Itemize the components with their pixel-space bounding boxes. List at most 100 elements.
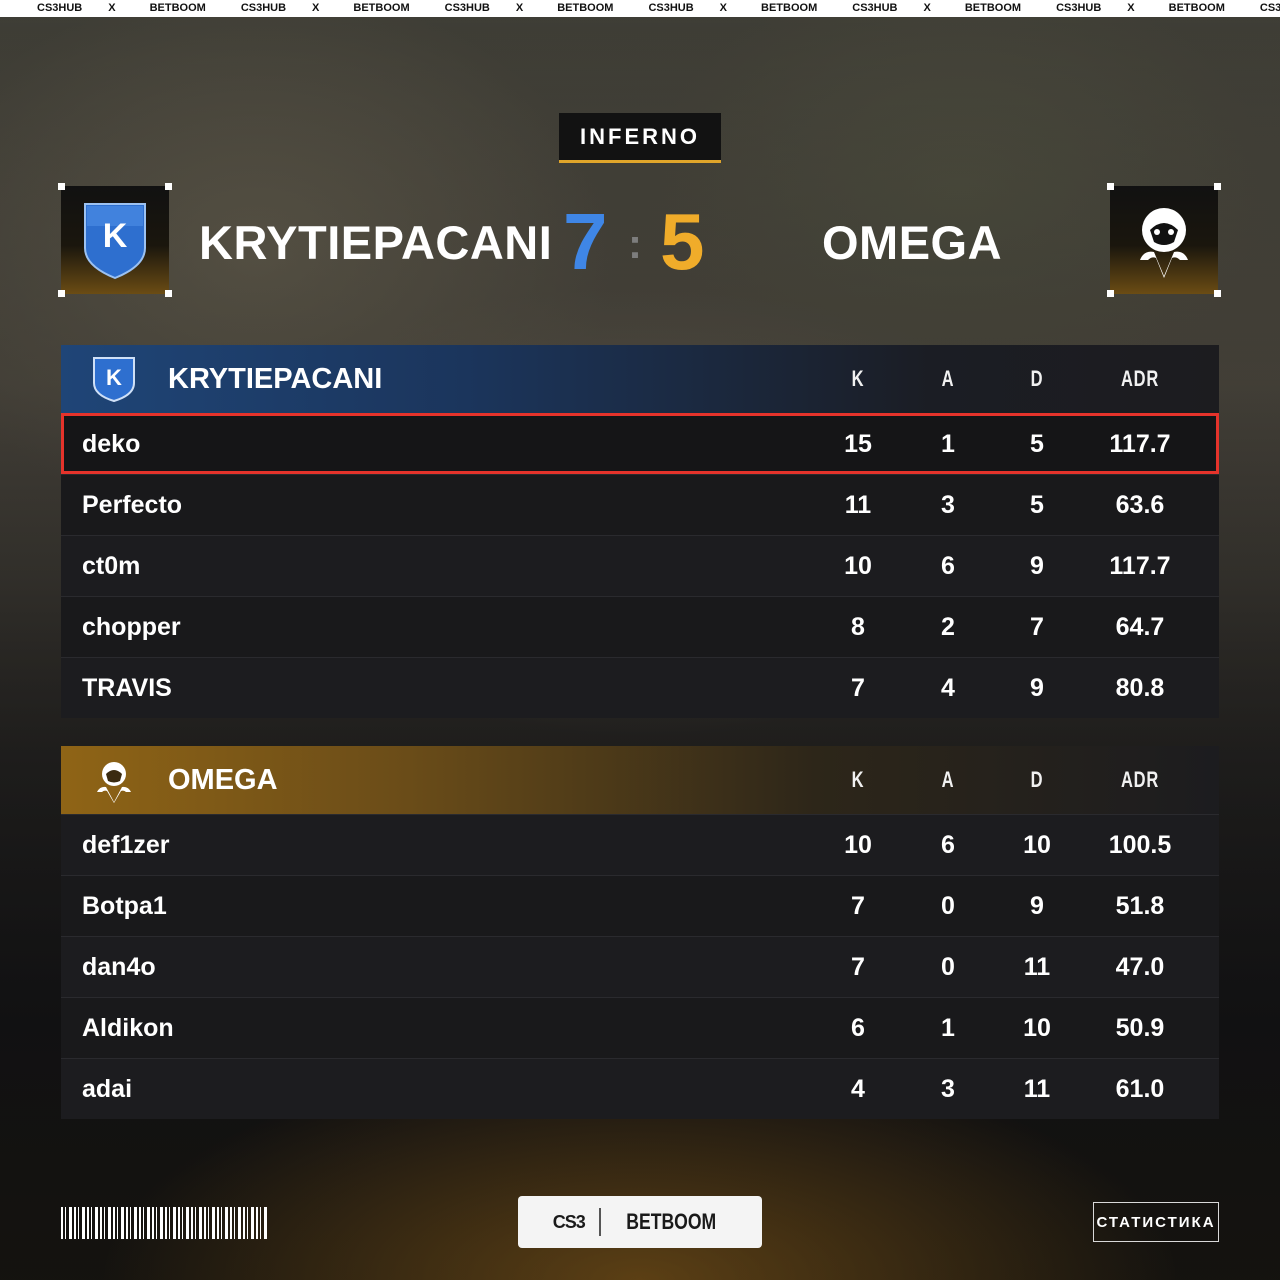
player-name: adai xyxy=(82,1075,133,1103)
assists-value: 2 xyxy=(941,613,955,641)
team2-stats-table: OMEGA K A D ADR def1zer 10 6 10 100.5 Botpa1 7… xyxy=(61,746,1219,1119)
header-kills: K xyxy=(851,767,865,792)
statistics-button-label: СТАТИСТИКА xyxy=(1096,1213,1216,1231)
kills-value: 8 xyxy=(851,613,865,641)
omega-mask-icon xyxy=(1140,208,1188,278)
table-row: def1zer 10 6 10 100.5 xyxy=(61,814,1219,875)
cs3hub-logo: CS3 xyxy=(552,1211,586,1232)
assists-value: 1 xyxy=(941,1014,955,1042)
adr-value: 117.7 xyxy=(1109,430,1171,458)
assists-value: 6 xyxy=(941,552,955,580)
deaths-value: 10 xyxy=(1023,1014,1051,1042)
team2-logo-box xyxy=(1107,183,1221,297)
adr-value: 64.7 xyxy=(1115,613,1165,641)
header-adr: ADR xyxy=(1120,767,1159,792)
team1-name: KRYTIEPACANI xyxy=(199,216,553,269)
kills-value: 4 xyxy=(851,1075,865,1103)
assists-value: 3 xyxy=(941,1075,955,1103)
ticker-text: X xyxy=(515,2,524,14)
header-assists: A xyxy=(941,767,955,792)
deaths-value: 11 xyxy=(1023,953,1051,981)
deaths-value: 5 xyxy=(1030,491,1044,519)
ticker-text: BETBOOM xyxy=(557,2,614,14)
team1-logo-box: K xyxy=(58,183,172,297)
ticker-text: CS3HUB xyxy=(1259,2,1280,14)
player-name: chopper xyxy=(82,613,181,641)
assists-value: 4 xyxy=(941,674,955,702)
deaths-value: 11 xyxy=(1023,1075,1051,1103)
shield-k-icon: K xyxy=(84,203,146,280)
kills-value: 10 xyxy=(844,552,872,580)
table-row: Botpa1 7 0 9 51.8 xyxy=(61,875,1219,936)
ticker-text: X xyxy=(719,2,728,14)
header-assists: A xyxy=(941,366,955,391)
svg-text:K: K xyxy=(103,217,128,255)
team2-name: OMEGA xyxy=(822,216,1003,269)
svg-text:K: K xyxy=(106,365,122,390)
team1-score: 7 xyxy=(563,197,608,286)
sponsor-logos: CS3 BETBOOM xyxy=(518,1196,762,1248)
team2-score: 5 xyxy=(660,197,705,286)
adr-value: 80.8 xyxy=(1115,674,1165,702)
sponsor-divider xyxy=(598,1208,601,1236)
player-name: Aldikon xyxy=(82,1014,174,1042)
barcode-icon xyxy=(61,1207,267,1239)
deaths-value: 5 xyxy=(1030,430,1044,458)
map-name: INFERNO xyxy=(580,123,700,149)
ticker-text: CS3HUB xyxy=(37,2,83,14)
adr-value: 51.8 xyxy=(1115,892,1165,920)
team1-table-name: KRYTIEPACANI xyxy=(168,362,383,395)
team2-table-header: OMEGA K A D ADR xyxy=(61,746,1219,814)
adr-value: 100.5 xyxy=(1108,831,1172,859)
ticker-text: CS3HUB xyxy=(648,2,694,14)
team1-stats-table: K KRYTIEPACANI K A D ADR deko 15 1 5 117.7 Pe… xyxy=(61,345,1219,718)
statistics-button[interactable]: СТАТИСТИКА xyxy=(1093,1202,1219,1242)
ticker-text: BETBOOM xyxy=(761,2,818,14)
ticker-text: BETBOOM xyxy=(1168,2,1225,14)
ticker-text: X xyxy=(923,2,931,14)
header-kills: K xyxy=(851,366,865,391)
ticker-text: X xyxy=(312,2,320,14)
shield-k-icon: K xyxy=(93,357,135,403)
table-row: ct0m 10 6 9 117.7 xyxy=(61,535,1219,596)
assists-value: 3 xyxy=(941,491,955,519)
table-row: Aldikon 6 1 10 50.9 xyxy=(61,997,1219,1058)
deaths-value: 7 xyxy=(1030,613,1044,641)
adr-value: 117.7 xyxy=(1109,552,1171,580)
player-name: dan4o xyxy=(82,953,156,981)
team2-table-name: OMEGA xyxy=(168,763,278,796)
kills-value: 15 xyxy=(844,430,872,458)
adr-value: 63.6 xyxy=(1115,491,1165,519)
header-deaths: D xyxy=(1030,767,1044,792)
ticker-text: CS3HUB xyxy=(1056,2,1102,14)
header-adr: ADR xyxy=(1120,366,1159,391)
ticker-text: BETBOOM xyxy=(149,2,206,14)
table-row: adai 4 3 11 61.0 xyxy=(61,1058,1219,1119)
score-separator: : xyxy=(628,220,642,267)
kills-value: 11 xyxy=(844,491,872,519)
ticker-text: X xyxy=(108,2,116,14)
assists-value: 1 xyxy=(941,430,955,458)
ticker-text: CS3HUB xyxy=(240,2,287,14)
player-name: ct0m xyxy=(82,552,141,580)
player-name: Perfecto xyxy=(82,491,183,519)
ticker-text: CS3HUB xyxy=(444,2,490,14)
kills-value: 7 xyxy=(851,892,865,920)
assists-value: 6 xyxy=(941,831,955,859)
ticker-text: X xyxy=(1127,2,1135,14)
map-name-badge: INFERNO xyxy=(559,113,721,163)
assists-value: 0 xyxy=(941,953,955,981)
player-name: Botpa1 xyxy=(82,892,167,920)
player-name: TRAVIS xyxy=(82,674,172,702)
table-row-highlighted: deko 15 1 5 117.7 xyxy=(61,413,1219,474)
ticker-text: BETBOOM xyxy=(353,2,410,14)
kills-value: 7 xyxy=(851,674,865,702)
team1-table-header: K KRYTIEPACANI K A D ADR xyxy=(61,345,1219,413)
table-row: dan4o 7 0 11 47.0 xyxy=(61,936,1219,997)
kills-value: 6 xyxy=(851,1014,865,1042)
deaths-value: 9 xyxy=(1030,892,1044,920)
betboom-logo: BETBOOM xyxy=(626,1209,716,1234)
sponsor-ticker: CS3HUB X BETBOOM CS3HUB X BETBOOM CS3HUB X BETBO… xyxy=(0,0,1280,17)
deaths-value: 9 xyxy=(1030,552,1044,580)
assists-value: 0 xyxy=(941,892,955,920)
